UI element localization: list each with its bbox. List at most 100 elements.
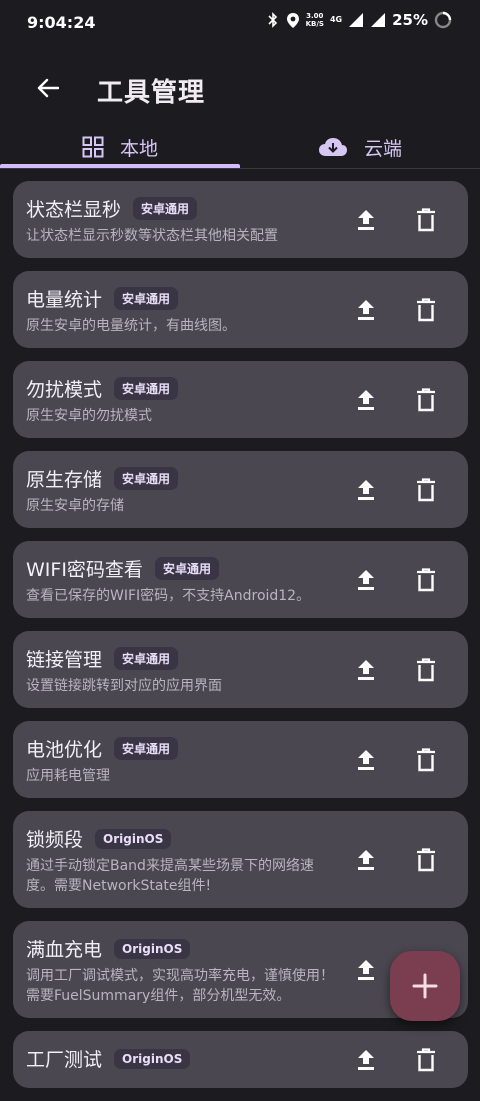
tool-title: WIFI密码查看 bbox=[26, 559, 143, 581]
tool-tag: OriginOS bbox=[114, 1048, 191, 1069]
tool-description: 调用工厂调试模式，实现高功率充电，谨慎使用！需要FuelSummary组件，部分… bbox=[26, 968, 334, 1004]
tab-local-label: 本地 bbox=[119, 137, 158, 160]
status-time: 9:04:24 bbox=[27, 13, 96, 32]
upload-icon bbox=[358, 569, 374, 590]
delete-icon bbox=[417, 297, 435, 321]
delete-button[interactable] bbox=[414, 847, 438, 873]
tool-title-row: 电量统计 安卓通用 bbox=[26, 285, 318, 312]
delete-button[interactable] bbox=[414, 207, 438, 233]
delete-button[interactable] bbox=[414, 1047, 438, 1073]
upload-icon bbox=[358, 659, 374, 680]
upload-button[interactable] bbox=[354, 747, 378, 773]
upload-button[interactable] bbox=[354, 297, 378, 323]
tool-description: 原生安卓的电量统计，有曲线图。 bbox=[26, 318, 236, 334]
tool-title-row: 状态栏显秒 安卓通用 bbox=[26, 195, 318, 222]
tool-title: 满血充电 bbox=[26, 939, 103, 961]
tool-description: 原生安卓的存储 bbox=[26, 498, 124, 514]
tool-tag: 安卓通用 bbox=[114, 467, 179, 490]
upload-button[interactable] bbox=[354, 1047, 378, 1073]
tool-description: 让状态栏显示秒数等状态栏其他相关配置 bbox=[26, 228, 278, 244]
tool-title-row: 工厂测试 OriginOS bbox=[26, 1045, 318, 1072]
tool-card[interactable]: 原生存储 安卓通用原生安卓的存储 bbox=[13, 451, 468, 528]
tool-title: 原生存储 bbox=[26, 469, 103, 491]
upload-button[interactable] bbox=[354, 847, 378, 873]
delete-icon bbox=[417, 657, 435, 681]
upload-button[interactable] bbox=[354, 957, 378, 983]
delete-button[interactable] bbox=[414, 297, 438, 323]
upload-icon bbox=[358, 209, 374, 230]
tool-title-row: WIFI密码查看 安卓通用 bbox=[26, 555, 318, 582]
tool-actions bbox=[354, 181, 438, 258]
back-button[interactable] bbox=[28, 68, 68, 108]
tool-description: 查看已保存的WIFI密码，不支持Android12。 bbox=[26, 588, 311, 604]
tool-title: 状态栏显秒 bbox=[26, 199, 122, 221]
tool-description: 设置链接跳转到对应的应用界面 bbox=[26, 678, 222, 694]
tool-tag: 安卓通用 bbox=[133, 197, 198, 220]
upload-button[interactable] bbox=[354, 567, 378, 593]
delete-icon bbox=[417, 207, 435, 231]
delete-icon bbox=[417, 747, 435, 771]
grid-icon bbox=[82, 136, 104, 158]
tool-tag: OriginOS bbox=[95, 828, 172, 849]
tab-cloud[interactable]: 云端 bbox=[240, 124, 480, 170]
delete-icon bbox=[417, 847, 435, 871]
tool-card[interactable]: 链接管理 安卓通用设置链接跳转到对应的应用界面 bbox=[13, 631, 468, 708]
tool-title-row: 满血充电 OriginOS bbox=[26, 935, 318, 962]
signal-icon-2 bbox=[371, 13, 386, 27]
status-bar: 9:04:24 3.00 KB/S 4G 25% bbox=[0, 0, 480, 46]
tool-description: 应用耗电管理 bbox=[26, 768, 110, 784]
tool-title: 勿扰模式 bbox=[26, 379, 103, 401]
tool-tag: 安卓通用 bbox=[114, 647, 179, 670]
upload-button[interactable] bbox=[354, 477, 378, 503]
upload-button[interactable] bbox=[354, 657, 378, 683]
status-icons: 3.00 KB/S 4G 25% bbox=[266, 11, 452, 29]
tool-actions bbox=[354, 631, 438, 708]
delete-icon bbox=[417, 567, 435, 591]
bluetooth-icon bbox=[268, 12, 277, 28]
location-icon bbox=[286, 12, 299, 28]
delete-button[interactable] bbox=[414, 387, 438, 413]
tool-card[interactable]: 勿扰模式 安卓通用原生安卓的勿扰模式 bbox=[13, 361, 468, 438]
upload-icon bbox=[358, 299, 374, 320]
tool-card[interactable]: 电量统计 安卓通用原生安卓的电量统计，有曲线图。 bbox=[13, 271, 468, 348]
add-tool-button[interactable] bbox=[390, 951, 460, 1021]
upload-button[interactable] bbox=[354, 387, 378, 413]
upload-icon bbox=[358, 389, 374, 410]
tab-cloud-label: 云端 bbox=[363, 137, 402, 160]
tab-bar: 本地 云端 bbox=[0, 124, 480, 170]
tool-description: 原生安卓的勿扰模式 bbox=[26, 408, 152, 424]
battery-ring-icon bbox=[434, 11, 452, 29]
tool-actions bbox=[354, 811, 438, 908]
tool-card[interactable]: WIFI密码查看 安卓通用查看已保存的WIFI密码，不支持Android12。 bbox=[13, 541, 468, 618]
tool-actions bbox=[354, 451, 438, 528]
tool-title: 锁频段 bbox=[26, 829, 84, 851]
tool-tag: OriginOS bbox=[114, 938, 191, 959]
delete-button[interactable] bbox=[414, 747, 438, 773]
delete-button[interactable] bbox=[414, 567, 438, 593]
delete-icon bbox=[417, 387, 435, 411]
delete-button[interactable] bbox=[414, 477, 438, 503]
upload-icon bbox=[358, 959, 374, 980]
tool-actions bbox=[354, 541, 438, 618]
delete-button[interactable] bbox=[414, 657, 438, 683]
delete-icon bbox=[417, 1047, 435, 1071]
plus-icon bbox=[412, 973, 438, 999]
tool-card[interactable]: 状态栏显秒 安卓通用让状态栏显示秒数等状态栏其他相关配置 bbox=[13, 181, 468, 258]
tool-title-row: 链接管理 安卓通用 bbox=[26, 645, 318, 672]
upload-icon bbox=[358, 849, 374, 870]
cloud-download-icon bbox=[318, 138, 347, 156]
page-title: 工具管理 bbox=[97, 78, 206, 108]
tool-description: 通过手动锁定Band来提高某些场景下的网络速度。需要NetworkState组件… bbox=[26, 858, 314, 894]
network-type: 4G bbox=[329, 15, 343, 24]
arrow-back-icon bbox=[37, 78, 59, 98]
tool-title-row: 勿扰模式 安卓通用 bbox=[26, 375, 318, 402]
tool-card[interactable]: 电池优化 安卓通用 应用耗电管理 bbox=[13, 721, 468, 798]
tool-title-row: 锁频段 OriginOS bbox=[26, 825, 318, 852]
tool-tag: 安卓通用 bbox=[114, 377, 179, 400]
tool-title: 电池优化 bbox=[26, 739, 103, 761]
upload-icon bbox=[358, 1049, 374, 1070]
app-bar: 工具管理 bbox=[0, 52, 480, 122]
upload-button[interactable] bbox=[354, 207, 378, 233]
tool-card[interactable]: 锁频段 OriginOS 通过手动锁定Band来提高某些场景下的网络速度。需要Net… bbox=[13, 811, 468, 908]
tool-actions bbox=[354, 721, 438, 798]
